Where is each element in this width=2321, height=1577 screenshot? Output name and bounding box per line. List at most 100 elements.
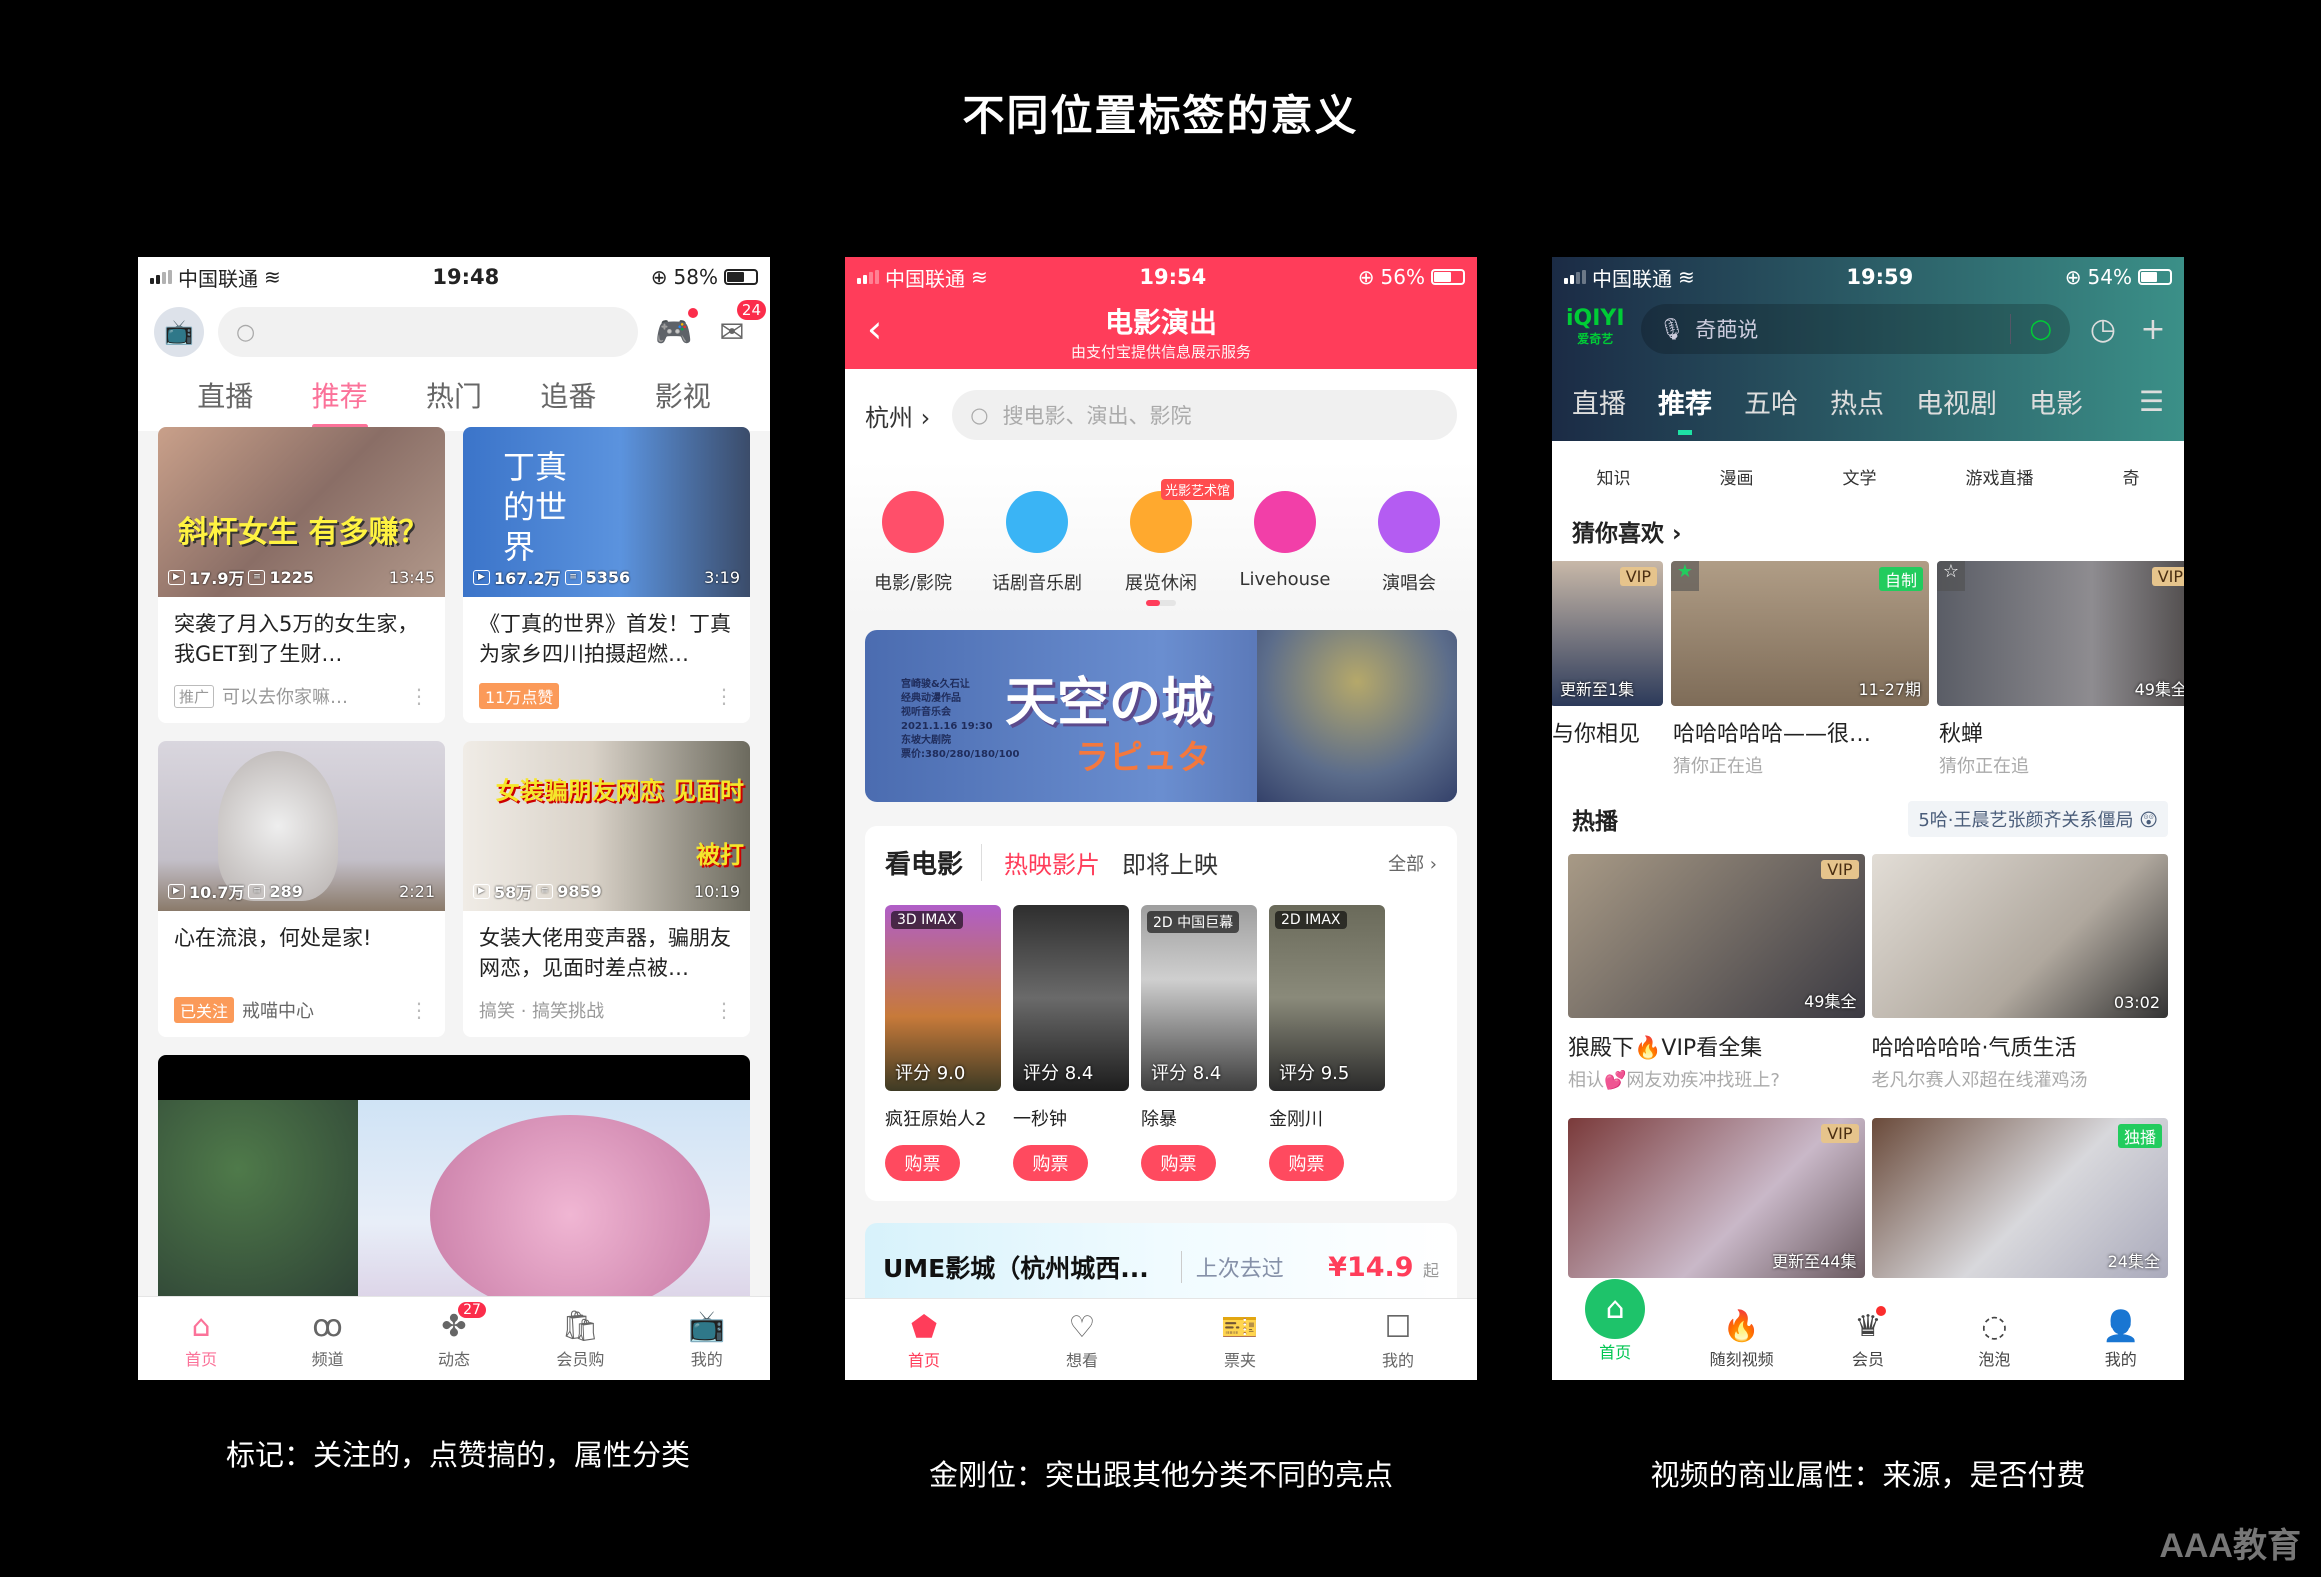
tab-live[interactable]: 直播: [197, 375, 253, 423]
phone-movie-tickets: 中国联通 ≋ 19:54 ⊕ 56% ‹ 电影演出 由支付宝提供信息展示服务 杭州 …: [845, 257, 1477, 1380]
uploader: 戒喵中心: [242, 1001, 315, 1022]
star-icon[interactable]: ★: [1671, 561, 1699, 591]
category-movie[interactable]: 电影/影院: [853, 491, 973, 616]
category-label: 展览休闲: [1125, 573, 1197, 594]
hot-card[interactable]: VIP 更新至44集: [1568, 1118, 1865, 1278]
shortcut-literature[interactable]: 文学: [1843, 464, 1877, 489]
shortcut-more[interactable]: 奇: [2123, 464, 2140, 489]
tab-film[interactable]: 影视: [655, 375, 711, 423]
tabbar-label: 会员: [1851, 1350, 1884, 1369]
tabbar-shop[interactable]: 🛍 会员购: [540, 1308, 620, 1370]
more-icon[interactable]: ⋮: [409, 684, 429, 708]
tabbar-label: 首页: [185, 1349, 218, 1369]
recommend-card[interactable]: VIP 更新至1集: [1552, 561, 1663, 706]
tab-movie[interactable]: 电影: [2029, 382, 2083, 421]
tab-tv[interactable]: 电视剧: [1916, 382, 1997, 421]
view-all-link[interactable]: 全部 ›: [1388, 850, 1437, 876]
tab-hotspot[interactable]: 热点: [1830, 382, 1884, 421]
buy-ticket-button[interactable]: 购票: [1269, 1145, 1344, 1181]
mail-icon[interactable]: ✉ 24: [710, 300, 766, 354]
more-icon[interactable]: ⋮: [714, 998, 734, 1022]
movie-item[interactable]: 3D IMAX 评分 9.0 疯狂原始人2 购票: [885, 905, 1001, 1181]
hot-note[interactable]: 5哈·王晨艺张颜齐关系僵局 😲: [1908, 801, 2168, 837]
tab-recommend[interactable]: 推荐: [1658, 382, 1712, 435]
star-outline-icon[interactable]: ☆: [1937, 561, 1965, 591]
featured-video[interactable]: [158, 1055, 750, 1335]
buy-ticket-button[interactable]: 购票: [885, 1145, 960, 1181]
tabbar-tickets[interactable]: 🎫 票夹: [1200, 1309, 1280, 1371]
tab-recommend[interactable]: 推荐: [311, 375, 368, 429]
video-card[interactable]: 丁真的世界 ▶ 167.2万 ≡ 5356 3:19 《丁真的世界》首发！丁真为家乡四…: [463, 427, 750, 723]
hot-card[interactable]: 03:02 哈哈哈哈哈·气质生活 老凡尔赛人邓超在线灌鸡汤: [1871, 854, 2168, 1092]
shortcut-game-live[interactable]: 游戏直播: [1966, 464, 2034, 489]
tabbar-label: 我的: [1381, 1350, 1414, 1370]
card-title: 与你相见: [1552, 722, 1641, 747]
tabbar-suike[interactable]: 🔥 随刻视频: [1702, 1308, 1782, 1370]
category-livehouse[interactable]: Livehouse: [1225, 491, 1345, 616]
promo-banner[interactable]: 宫崎骏&久石让 经典动漫作品 视听音乐会 2021.1.16 19:30 东坡大剧院 票价…: [865, 630, 1457, 802]
tabbar-dynamic[interactable]: ✤ 27 动态: [414, 1301, 494, 1370]
tabbar-mine[interactable]: 👤 我的: [2081, 1308, 2161, 1370]
more-icon[interactable]: ⋮: [409, 998, 429, 1022]
clock: 19:59: [1846, 265, 1914, 289]
hot-card[interactable]: 独播 24集全: [1871, 1118, 2168, 1278]
section-title[interactable]: 猜你喜欢 ›: [1552, 501, 2184, 561]
more-icon[interactable]: ⋮: [714, 684, 734, 708]
tabbar-vip[interactable]: ♛ 会员: [1828, 1306, 1908, 1370]
episode-info: 11-27期: [1858, 680, 1922, 699]
city-selector[interactable]: 杭州 ›: [865, 398, 930, 433]
video-card[interactable]: 斜杆女生 有多赚？ ▶ 17.9万 ≡ 1225 13:45 突袭了月入5万的女生家，…: [158, 427, 445, 723]
category-exhibition[interactable]: 光影艺术馆 展览休闲: [1101, 479, 1235, 616]
tabbar-label: 泡泡: [1978, 1350, 2011, 1369]
tab-hot[interactable]: 热门: [426, 375, 482, 423]
tabbar-home[interactable]: ⌂ 首页: [161, 1308, 241, 1370]
duration: 10:19: [693, 881, 740, 901]
tabbar-home[interactable]: ⌂ 首页: [1575, 1279, 1655, 1363]
duration: 3:19: [704, 567, 740, 587]
category-drama[interactable]: 话剧音乐剧: [977, 491, 1097, 616]
category: 搞笑 · 搞笑挑战: [479, 1001, 605, 1022]
iqiyi-logo[interactable]: iQIYI 爱奇艺: [1566, 308, 1625, 349]
category-concert[interactable]: 演唱会: [1349, 491, 1469, 616]
cover-text: 丁真的世界: [503, 448, 568, 566]
shortcut-comics[interactable]: 漫画: [1720, 464, 1754, 489]
tabbar-mine[interactable]: ☐ 我的: [1358, 1309, 1438, 1371]
tab-now-showing[interactable]: 热映影片: [1004, 845, 1100, 880]
search-icon: ○: [236, 319, 256, 345]
avatar[interactable]: 📺: [154, 307, 204, 357]
tab-live[interactable]: 直播: [1572, 382, 1626, 421]
history-icon[interactable]: ◷: [2086, 312, 2120, 347]
tab-wuha[interactable]: 五哈: [1744, 382, 1798, 421]
recommend-card[interactable]: ☆ VIP 49集全: [1937, 561, 2184, 706]
movie-item[interactable]: 评分 8.4 一秒钟 购票: [1013, 905, 1129, 1181]
tabbar-bubble[interactable]: ◌ 泡泡: [1954, 1308, 2034, 1370]
hot-card[interactable]: VIP 49集全 狼殿下🔥VIP看全集 相认💕网友劝疾冲找班上?: [1568, 854, 1865, 1092]
search-input[interactable]: ○ 搜电影、演出、影院: [952, 390, 1457, 440]
tab-bar: ⬟ 首页 ♡ 想看 🎫 票夹 ☐ 我的: [845, 1298, 1477, 1380]
search-input[interactable]: ○: [218, 307, 638, 357]
tab-anime[interactable]: 追番: [540, 375, 596, 423]
shortcut-knowledge[interactable]: 知识: [1597, 464, 1631, 489]
gamepad-icon[interactable]: 🎮: [652, 308, 698, 354]
tabbar-mine[interactable]: 📺 我的: [667, 1308, 747, 1370]
tabbar-label: 我的: [690, 1349, 723, 1369]
search-icon[interactable]: ○: [2010, 314, 2052, 344]
tab-coming-soon[interactable]: 即将上映: [1122, 845, 1218, 880]
video-card[interactable]: ▶ 10.7万 ≡ 289 2:21 心在流浪，何处是家! 已关注 戒喵中心 ⋮: [158, 741, 445, 1037]
tabbar-home[interactable]: ⬟ 首页: [884, 1309, 964, 1371]
search-input[interactable]: 🎙 奇葩说 ○: [1640, 304, 2070, 354]
plus-icon[interactable]: +: [2136, 312, 2170, 347]
recommend-card[interactable]: ★ 自制 11-27期: [1671, 561, 1929, 706]
wifi-icon: ≋: [971, 265, 988, 289]
movie-item[interactable]: 2D IMAX 评分 9.5 金刚川 购票: [1269, 905, 1385, 1181]
flame-icon: 🔥: [1722, 1309, 1761, 1344]
castle-image: [1257, 630, 1457, 802]
buy-ticket-button[interactable]: 购票: [1013, 1145, 1088, 1181]
movie-item[interactable]: 2D 中国巨幕 评分 8.4 除暴 购票: [1141, 905, 1257, 1181]
video-card[interactable]: 女装骗朋友网恋 见面时被打 ▶ 58万 ≡ 9859 10:19 女装大佬用变声器，骗…: [463, 741, 750, 1037]
tabbar-want[interactable]: ♡ 想看: [1042, 1309, 1122, 1371]
menu-icon[interactable]: ☰: [2139, 385, 2164, 418]
buy-ticket-button[interactable]: 购票: [1141, 1145, 1216, 1181]
microphone-icon[interactable]: 🎙: [1659, 317, 1686, 342]
tabbar-channel[interactable]: ꝏ 频道: [288, 1308, 368, 1370]
